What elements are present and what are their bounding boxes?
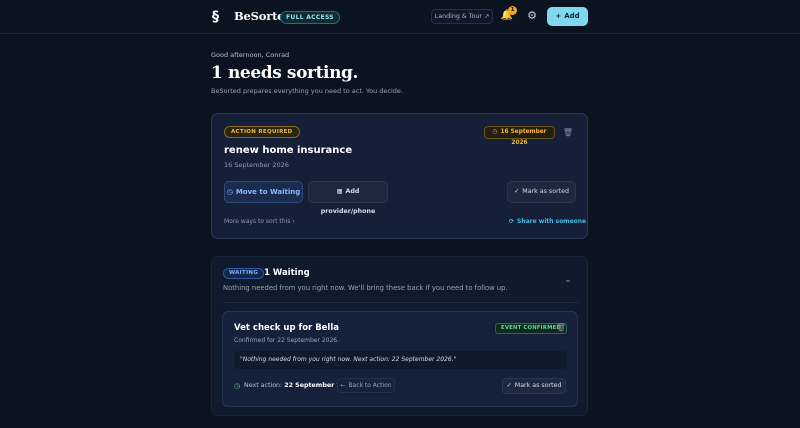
waiting-section: WAITING 1 Waiting ⌄ Nothing needed from …	[211, 256, 588, 416]
chevron-down-icon[interactable]: ⌄	[562, 274, 574, 286]
share-icon: ⟳	[509, 218, 515, 225]
mark-as-sorted-button[interactable]: ✓ Mark as sorted	[507, 181, 576, 203]
landing-tour-label: Landing & Tour	[434, 13, 482, 20]
trash-icon[interactable]: 🗑	[555, 322, 567, 334]
page-title: 1 needs sorting.	[211, 63, 359, 83]
waiting-note: Nothing needed from you right now. We'll…	[223, 284, 508, 292]
more-ways-label: More ways to sort this	[224, 218, 291, 225]
move-to-waiting-button[interactable]: ◷ Move to Waiting	[224, 181, 303, 203]
waiting-item-quote: "Nothing needed from you right now. Next…	[234, 351, 567, 369]
top-bar: § BeSorted FULL ACCESS Landing & Tour ↗ …	[0, 0, 800, 34]
share-link[interactable]: ⟳ Share with someone	[509, 218, 586, 225]
clock-icon: ◷	[234, 382, 241, 390]
waiting-count: 1 Waiting	[264, 268, 310, 278]
clock-icon: ◷	[492, 129, 498, 135]
waiting-badge: WAITING	[223, 268, 265, 279]
add-provider-label: Add provider/phone	[320, 188, 376, 215]
move-to-waiting-label: Move to Waiting	[235, 188, 301, 196]
external-link-icon: ↗	[483, 13, 490, 20]
mark-as-sorted-label: Mark as sorted	[522, 188, 569, 195]
waiting-item-card: Vet check up for Bella Confirmed for 22 …	[222, 311, 578, 407]
landing-tour-button[interactable]: Landing & Tour ↗	[431, 9, 493, 24]
add-button[interactable]: + Add	[547, 7, 588, 26]
back-to-action-label: Back to Action	[348, 382, 392, 389]
check-icon: ✓	[513, 188, 520, 195]
mark-as-sorted-label: Mark as sorted	[514, 382, 562, 389]
brand-logo-icon[interactable]: §	[212, 9, 224, 25]
chevron-right-icon: ›	[292, 218, 295, 225]
arrow-left-icon: ←	[340, 382, 346, 389]
greeting-salutation: Good afternoon, Conrad	[211, 51, 290, 59]
access-badge: FULL ACCESS	[280, 11, 340, 24]
due-date-chip[interactable]: ◷ 16 September 2026	[484, 126, 555, 146]
notification-count: 1	[508, 6, 517, 15]
page-subtitle: BeSorted prepares everything you need to…	[211, 87, 403, 95]
next-action-label: Next action:	[244, 382, 283, 389]
clock-icon: ◷	[226, 188, 233, 196]
plus-icon: +	[555, 12, 562, 20]
mark-as-sorted-button[interactable]: ✓ Mark as sorted	[502, 378, 566, 394]
divider	[223, 302, 578, 303]
building-icon: ▦	[336, 188, 343, 195]
share-label: Share with someone	[517, 218, 587, 225]
check-icon: ✓	[506, 382, 512, 389]
waiting-item-title: Vet check up for Bella	[234, 323, 339, 333]
status-badge: ACTION REQUIRED	[224, 126, 300, 138]
gear-icon[interactable]: ⚙	[525, 9, 539, 23]
add-label: Add	[564, 12, 580, 20]
back-to-action-button[interactable]: ← Back to Action	[337, 378, 395, 393]
due-date-label: 16 September 2026	[500, 129, 547, 146]
task-date: 16 September 2026	[224, 161, 289, 169]
action-card: ACTION REQUIRED ◷ 16 September 2026 🗑 ren…	[211, 113, 588, 239]
task-title: renew home insurance	[224, 145, 353, 156]
waiting-item-confirmed: Confirmed for 22 September 2026.	[234, 337, 340, 344]
add-provider-button[interactable]: ▦ Add provider/phone	[308, 181, 388, 215]
more-ways-link[interactable]: More ways to sort this ›	[224, 218, 295, 225]
trash-icon[interactable]: 🗑	[562, 126, 574, 139]
